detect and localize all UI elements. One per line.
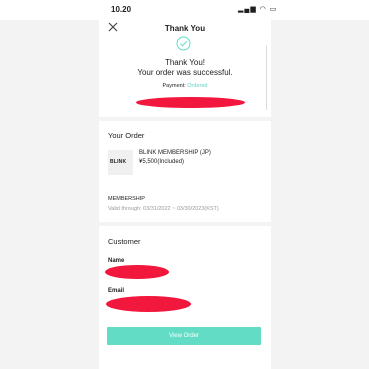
thanks-heading: Thank You! [164,58,206,67]
membership-label: MEMBERSHIP [108,196,145,202]
status-icons: ▂▄▆ ◠ ▭ [238,6,278,13]
status-time: 10.20 [111,5,132,14]
payment-status-line: Payment: Ordered [110,83,260,89]
order-success-message: Your order was successful. [137,68,233,77]
name-label: Name [108,258,125,264]
your-order-heading: Your Order [108,131,145,140]
product-thumb-text: BLINK [110,159,127,165]
order-confirmation-screen: 10.20 ▂▄▆ ◠ ▭ Thank You Thank You! Your … [0,0,369,369]
view-order-button[interactable]: View Order [107,327,261,345]
scrollbar[interactable] [266,45,267,110]
page-title: Thank You [164,24,206,33]
product-thumbnail: BLINK [108,150,133,175]
product-price: ¥5,500(Included) [139,159,185,165]
close-icon[interactable] [107,21,119,33]
membership-valid-through: Valid through: 03/31/2022 ~ 03/30/2023(K… [108,206,219,212]
check-circle-icon [176,36,191,51]
redaction-mark [106,296,191,312]
redaction-mark [136,97,245,108]
status-bar: 10.20 ▂▄▆ ◠ ▭ [0,0,369,20]
redaction-mark [105,265,169,279]
payment-label: Payment: [162,83,186,89]
product-name: BLINK MEMBERSHIP (JP) [139,150,211,156]
email-label: Email [108,288,125,294]
payment-status: Ordered [187,83,208,89]
customer-heading: Customer [108,237,141,246]
